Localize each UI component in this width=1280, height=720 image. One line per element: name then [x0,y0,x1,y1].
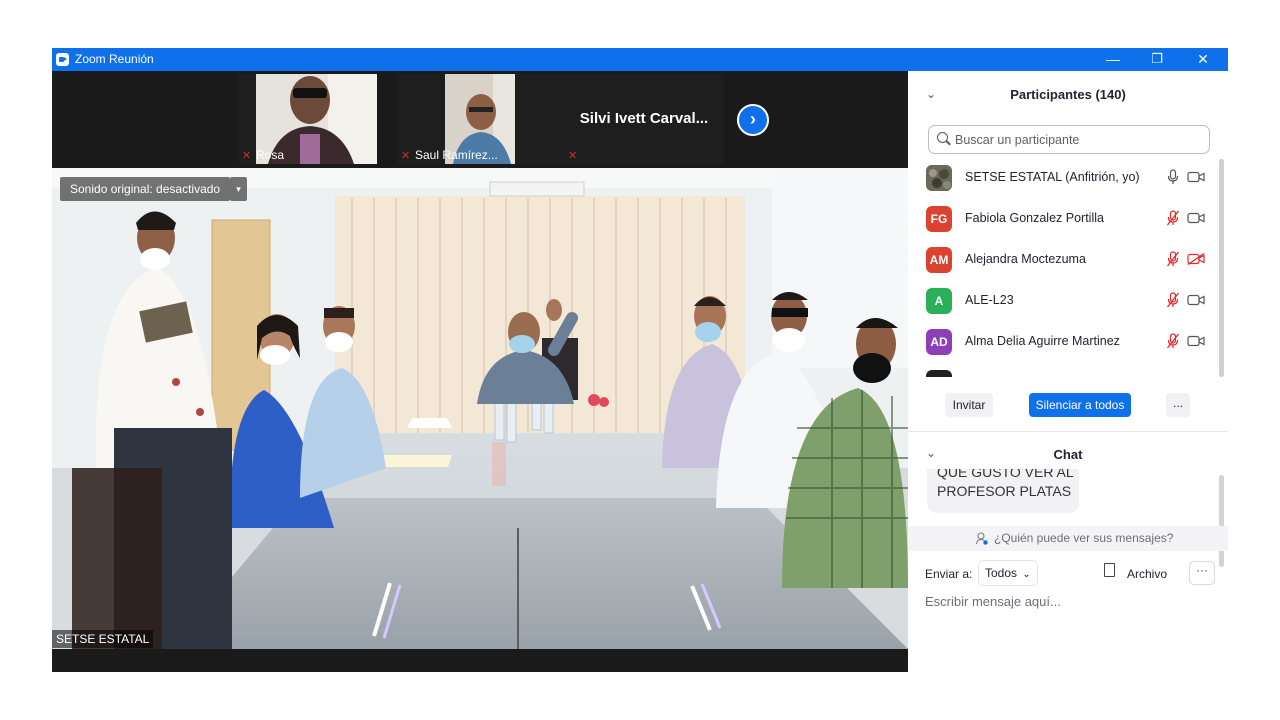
participant-row[interactable]: SETSE ESTATAL (Anfitrión, yo) [908,157,1218,198]
video-camera-icon[interactable] [1187,294,1205,306]
chat-message-input[interactable]: Escribir mensaje aquí... [925,594,1061,609]
video-camera-icon[interactable] [1187,212,1205,224]
video-bottom-bar [52,649,908,672]
chevron-down-icon: ⌄ [1022,569,1031,580]
participants-header: Participantes (140) [1010,87,1126,102]
video-area: ✕ Rosa ✕ Saul Ramírez... Silvi Ivett Car… [52,71,908,672]
panel-divider [908,431,1228,432]
muted-mic-icon[interactable] [1167,251,1179,267]
who-can-see-link[interactable]: ¿Quién puede ver sus mensajes? [994,531,1173,545]
who-can-see-bar[interactable]: ¿Quién puede ver sus mensajes? [908,526,1228,551]
minimize-button[interactable]: — [1090,48,1136,71]
user-privacy-icon [976,532,988,545]
chat-message: QUE GUSTO VER AL PROFESOR PLATAS [927,469,1079,513]
active-speaker-video: Sonido original: desactivado ▾ SETSE EST… [52,168,908,649]
participant-search-input[interactable]: Buscar un participante [928,125,1210,154]
conference-room-scene [52,168,908,649]
muted-mic-icon[interactable] [1167,210,1179,226]
participant-thumbnail[interactable]: Silvi Ivett Carval... ✕ [564,74,724,164]
side-panel: ⌄ Participantes (140) Buscar un particip… [908,71,1228,672]
participant-display-name: Silvi Ivett Carval... [579,110,709,127]
mute-all-button[interactable]: Silenciar a todos [1029,393,1131,417]
muted-mic-icon: ✕ [401,150,411,162]
participant-list-scrollbar[interactable] [1219,159,1224,377]
mic-icon[interactable] [1167,169,1179,185]
participant-name: Alma Delia Aguirre Martinez [965,334,1120,348]
participant-avatar: FG [926,206,952,232]
file-icon[interactable] [1104,563,1115,577]
avatar-photo [926,165,952,191]
active-speaker-name: SETSE ESTATAL [52,630,154,648]
more-options-button[interactable]: ... [1166,393,1190,417]
participant-avatar [926,165,952,191]
file-button[interactable]: Archivo [1127,567,1167,581]
muted-mic-icon: ✕ [568,150,578,162]
zoom-window: Zoom Reunión — ❐ ✕ ✕ Rosa ✕ Saul Ramírez… [52,48,1228,672]
participant-row[interactable]: AD Alma Delia Aguirre Martinez [908,321,1218,362]
participant-avatar [926,370,952,377]
participant-list: SETSE ESTATAL (Anfitrión, yo) FG Fabiola… [908,157,1228,377]
participant-name: Rosa [256,148,285,162]
search-placeholder: Buscar un participante [955,133,1080,147]
muted-mic-icon[interactable] [1167,333,1179,349]
video-camera-icon[interactable] [1187,335,1205,347]
participant-thumbnail[interactable]: ✕ Rosa [238,74,377,164]
next-page-button[interactable]: › [737,104,769,136]
participant-name: ALE-L23 [965,293,1014,307]
muted-mic-icon[interactable] [1167,292,1179,308]
original-sound-button[interactable]: Sonido original: desactivado [60,177,231,201]
chat-more-button[interactable]: ··· [1189,561,1215,585]
search-icon [937,132,948,143]
participant-thumbnail[interactable]: ✕ Saul Ramírez... [397,74,564,164]
send-to-value: Todos [985,566,1018,580]
participant-name: Alejandra Moctezuma [965,252,1086,266]
video-off-icon[interactable] [1187,253,1205,265]
participant-name: Saul Ramírez... [415,148,498,162]
participant-row[interactable] [908,362,1218,377]
window-title: Zoom Reunión [75,52,154,66]
send-to-label: Enviar a: [925,567,973,581]
video-camera-icon[interactable] [1187,171,1205,183]
muted-mic-icon: ✕ [242,150,252,162]
close-button[interactable]: ✕ [1180,48,1226,71]
participant-name: SETSE ESTATAL (Anfitrión, yo) [965,170,1140,184]
gallery-strip: ✕ Rosa ✕ Saul Ramírez... Silvi Ivett Car… [52,71,908,166]
invite-button[interactable]: Invitar [945,393,993,417]
participant-avatar: AD [926,329,952,355]
chat-message-line: PROFESOR PLATAS [937,483,1072,499]
restore-button[interactable]: ❐ [1134,48,1180,71]
chat-message-line: QUE GUSTO VER AL [937,469,1074,480]
participant-name: Fabiola Gonzalez Portilla [965,211,1104,225]
title-bar: Zoom Reunión — ❐ ✕ [52,48,1228,71]
participant-avatar: AM [926,247,952,273]
send-to-dropdown[interactable]: Todos ⌄ [978,560,1038,586]
participant-row[interactable]: FG Fabiola Gonzalez Portilla [908,198,1218,239]
participant-row[interactable]: A ALE-L23 [908,280,1218,321]
chat-scrollbar[interactable] [1219,475,1224,567]
original-sound-dropdown[interactable]: ▾ [230,177,247,201]
participant-avatar: A [926,288,952,314]
zoom-app-icon [56,53,69,66]
chat-header: Chat [1053,447,1083,462]
participant-row[interactable]: AM Alejandra Moctezuma [908,239,1218,280]
